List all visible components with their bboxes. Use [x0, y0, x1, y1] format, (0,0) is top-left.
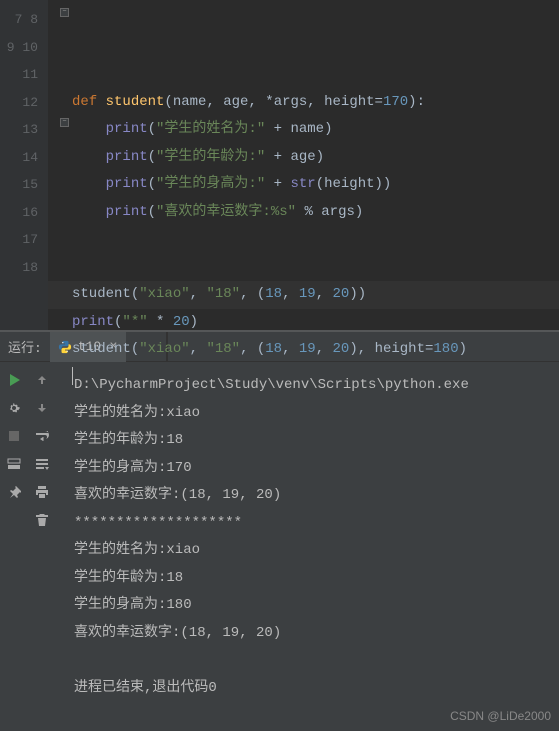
console-line: 学生的姓名为:xiao — [74, 537, 559, 565]
wrap-icon[interactable] — [34, 428, 50, 444]
trash-icon[interactable] — [34, 512, 50, 528]
scroll-icon[interactable] — [34, 456, 50, 472]
up-icon[interactable] — [34, 372, 50, 388]
run-label: 运行: — [0, 337, 50, 356]
code-line — [72, 391, 559, 419]
stop-icon[interactable] — [6, 428, 22, 444]
code-editor[interactable]: 7 8 9 10 11 12 13 14 15 16 17 18 − − def… — [0, 0, 559, 330]
console-line: 进程已结束,退出代码0 — [74, 675, 559, 703]
down-icon[interactable] — [34, 400, 50, 416]
code-line — [72, 254, 559, 282]
code-area[interactable]: def student(name, age, *args, height=170… — [48, 0, 559, 330]
code-content: def student(name, age, *args, height=170… — [72, 89, 559, 419]
code-line: student("xiao", "18", (18, 19, 20), heig… — [72, 336, 559, 364]
watermark: CSDN @LiDe2000 — [450, 709, 551, 723]
code-line: print("学生的年龄为:" + age) — [72, 144, 559, 172]
console-line — [74, 647, 559, 675]
gutter: 7 8 9 10 11 12 13 14 15 16 17 18 — [0, 0, 48, 330]
pin-icon[interactable] — [6, 484, 22, 500]
run-controls-left — [0, 362, 28, 731]
code-line: def student(name, age, *args, height=170… — [72, 89, 559, 117]
python-icon — [58, 340, 72, 354]
console-line: 喜欢的幸运数字:(18, 19, 20) — [74, 620, 559, 648]
rerun-icon[interactable] — [6, 372, 22, 388]
code-line: student("xiao", "18", (18, 19, 20)) — [72, 281, 559, 309]
print-icon[interactable] — [34, 484, 50, 500]
console-line: ******************** — [74, 510, 559, 538]
console-line: 学生的身高为:180 — [74, 592, 559, 620]
code-line: print("学生的姓名为:" + name) — [72, 116, 559, 144]
code-line: print("喜欢的幸运数字:%s" % args) — [72, 199, 559, 227]
settings-icon[interactable] — [6, 400, 22, 416]
layout-icon[interactable] — [6, 456, 22, 472]
console-line: 喜欢的幸运数字:(18, 19, 20) — [74, 482, 559, 510]
code-line — [72, 364, 559, 392]
code-line — [72, 226, 559, 254]
run-controls-right — [28, 362, 56, 731]
code-line: print("*" * 20) — [72, 309, 559, 337]
code-line: print("学生的身高为:" + str(height)) — [72, 171, 559, 199]
console-line: 学生的年龄为:18 — [74, 565, 559, 593]
